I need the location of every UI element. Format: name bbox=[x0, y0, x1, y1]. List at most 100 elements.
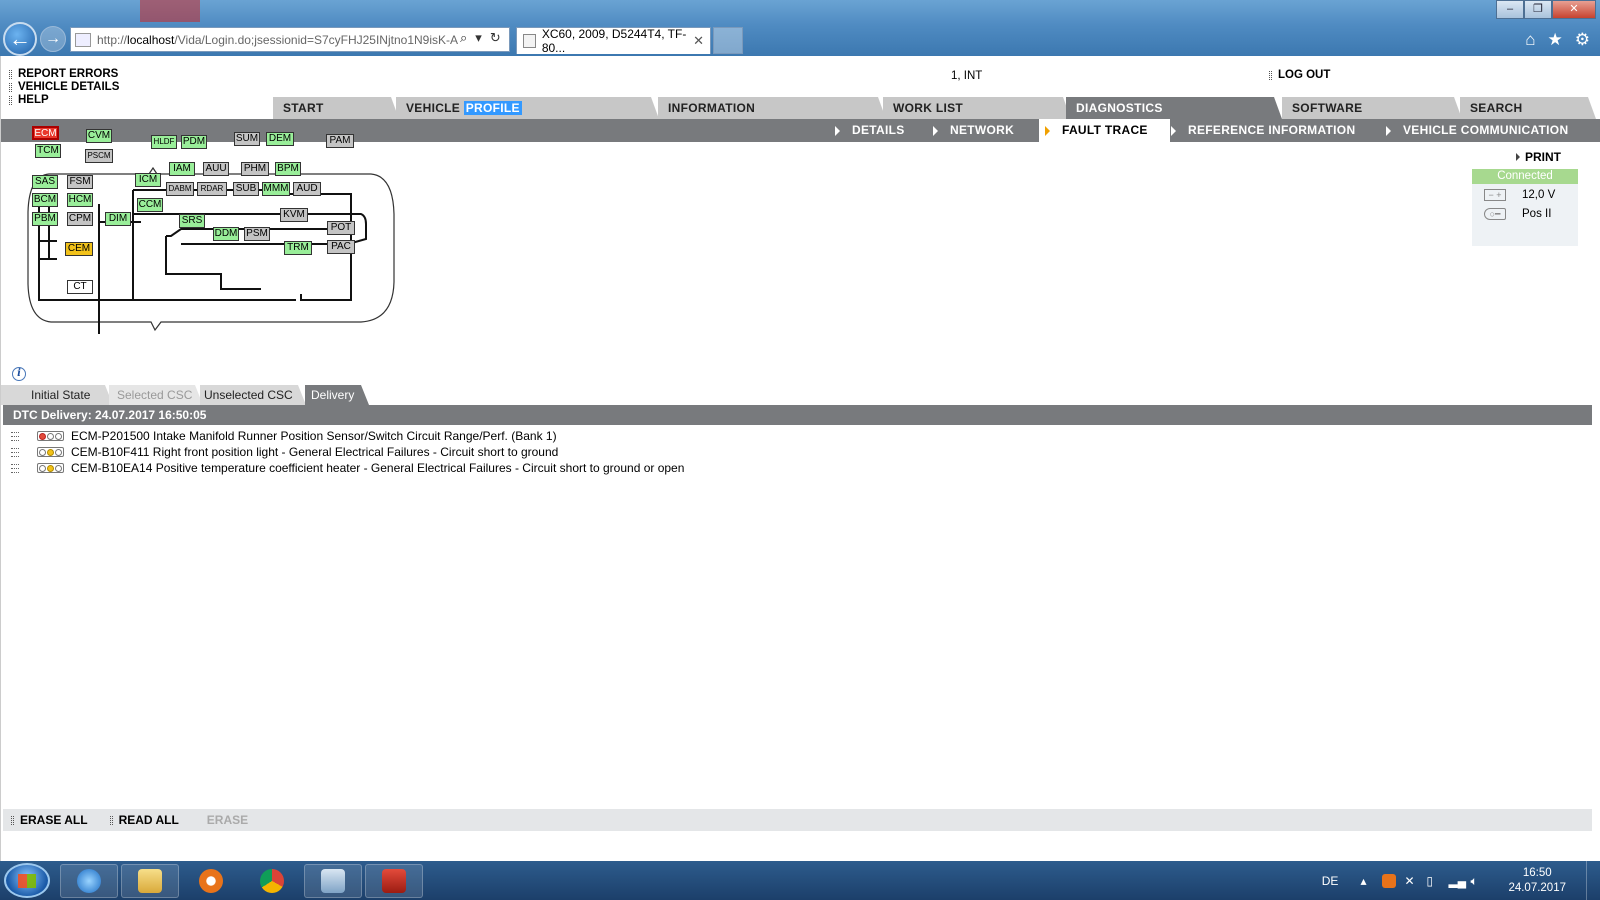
favorites-star-icon[interactable]: ★ bbox=[1548, 30, 1563, 50]
print-label: PRINT bbox=[1525, 150, 1561, 164]
start-button[interactable] bbox=[4, 863, 50, 898]
security-icon[interactable] bbox=[1382, 873, 1397, 888]
ecu-node-pot[interactable]: POT bbox=[327, 221, 355, 235]
network-error-icon[interactable]: ✕ bbox=[1404, 874, 1418, 888]
tab-label: INFORMATION bbox=[668, 101, 756, 115]
read-all-button[interactable]: READ ALL bbox=[109, 813, 179, 827]
tab-delivery[interactable]: Delivery bbox=[305, 385, 369, 405]
ecu-node-pam[interactable]: PAM bbox=[326, 134, 354, 148]
logout-link[interactable]: LOG OUT bbox=[1269, 69, 1330, 81]
search-icon[interactable]: ⌕ bbox=[460, 30, 467, 46]
ecu-node-fsm[interactable]: FSM bbox=[67, 175, 93, 189]
drag-handle-icon[interactable] bbox=[11, 447, 19, 457]
battery-tray-icon[interactable]: ▯ bbox=[1426, 874, 1440, 888]
ecu-node-trm[interactable]: TRM bbox=[284, 241, 312, 255]
clock[interactable]: 16:50 24.07.2017 bbox=[1508, 866, 1566, 896]
subtab-reference-information[interactable]: REFERENCE INFORMATION bbox=[1171, 119, 1355, 142]
ecu-node-cpm[interactable]: CPM bbox=[67, 212, 93, 226]
ecu-node-bcm[interactable]: BCM bbox=[32, 193, 58, 207]
subtab-label: REFERENCE INFORMATION bbox=[1188, 123, 1356, 137]
ecu-node-ccm[interactable]: CCM bbox=[137, 198, 163, 212]
ecu-node-psm[interactable]: PSM bbox=[244, 227, 270, 241]
dtc-row[interactable]: ECM-P201500 Intake Manifold Runner Posit… bbox=[11, 428, 684, 444]
subtab-vehicle-communication[interactable]: VEHICLE COMMUNICATION bbox=[1386, 119, 1568, 142]
ecu-node-sub[interactable]: SUB bbox=[233, 182, 259, 196]
language-indicator[interactable]: DE bbox=[1322, 874, 1339, 888]
ecu-node-dabm[interactable]: DABM bbox=[166, 182, 194, 196]
taskbar-explorer[interactable] bbox=[121, 864, 179, 898]
ecu-node-srs[interactable]: SRS bbox=[179, 214, 205, 228]
dtc-row[interactable]: CEM-B10F411 Right front position light -… bbox=[11, 444, 684, 460]
new-tab-button[interactable] bbox=[713, 27, 743, 54]
show-desktop-button[interactable] bbox=[1586, 861, 1600, 900]
erase-all-button[interactable]: ERASE ALL bbox=[11, 813, 88, 827]
ecu-node-pbm[interactable]: PBM bbox=[32, 212, 58, 226]
print-link[interactable]: PRINT bbox=[1516, 150, 1561, 164]
maximize-button[interactable]: ❐ bbox=[1524, 0, 1552, 19]
ecu-node-sas[interactable]: SAS bbox=[32, 175, 58, 189]
signal-icon[interactable]: ▂▄ bbox=[1448, 874, 1466, 888]
close-window-button[interactable]: ✕ bbox=[1552, 0, 1596, 19]
ecu-node-kvm[interactable]: KVM bbox=[280, 208, 308, 222]
address-bar[interactable]: http://localhost/Vida/Login.do;jsessioni… bbox=[70, 27, 510, 52]
tab-initial-state[interactable]: Initial State bbox=[1, 385, 113, 405]
tab-software[interactable]: SOFTWARE bbox=[1282, 97, 1462, 119]
vehicle-details-link[interactable]: VEHICLE DETAILS bbox=[9, 81, 119, 94]
dtc-row[interactable]: CEM-B10EA14 Positive temperature coeffic… bbox=[11, 460, 684, 476]
browser-tab[interactable]: XC60, 2009, D5244T4, TF-80... ✕ bbox=[516, 27, 711, 55]
ecu-node-pac[interactable]: PAC bbox=[327, 240, 355, 254]
dropdown-icon[interactable]: ▾ bbox=[475, 30, 482, 46]
ecu-node-pdm[interactable]: PDM bbox=[181, 135, 207, 149]
tab-diagnostics[interactable]: DIAGNOSTICS bbox=[1066, 97, 1282, 119]
tab-information[interactable]: INFORMATION bbox=[658, 97, 886, 119]
ecu-node-dem[interactable]: DEM bbox=[266, 132, 294, 146]
ecu-node-hcm[interactable]: HCM bbox=[67, 193, 93, 207]
settings-gear-icon[interactable]: ⚙ bbox=[1575, 30, 1590, 50]
refresh-icon[interactable]: ↻ bbox=[490, 30, 501, 46]
back-button[interactable]: ← bbox=[3, 22, 37, 56]
volume-icon[interactable]: 🔈︎ bbox=[1470, 874, 1484, 888]
tab-vehicle-profile[interactable]: VEHICLE PROFILE bbox=[396, 97, 659, 119]
ecu-node-aud[interactable]: AUD bbox=[293, 182, 321, 196]
taskbar-media[interactable] bbox=[182, 864, 240, 898]
ecu-node-cem[interactable]: CEM bbox=[65, 242, 93, 256]
footer-actions: ERASE ALL READ ALL ERASE bbox=[3, 809, 1592, 831]
ecu-node-iam[interactable]: IAM bbox=[169, 162, 195, 176]
close-tab-icon[interactable]: ✕ bbox=[693, 33, 704, 49]
taskbar-ie[interactable] bbox=[60, 864, 118, 898]
ecu-node-cvm[interactable]: CVM bbox=[86, 129, 112, 143]
ecu-node-ecm[interactable]: ECM bbox=[32, 126, 59, 140]
subtab-network[interactable]: NETWORK bbox=[933, 119, 1014, 142]
taskbar-chrome[interactable] bbox=[243, 864, 301, 898]
ecu-node-tcm[interactable]: TCM bbox=[35, 144, 61, 158]
report-errors-link[interactable]: REPORT ERRORS bbox=[9, 68, 119, 81]
ecu-node-sum[interactable]: SUM bbox=[234, 132, 260, 146]
ecu-node-hldf[interactable]: HLDF bbox=[151, 135, 177, 149]
chevron-up-icon[interactable]: ▴ bbox=[1360, 874, 1374, 888]
ecu-node-phm[interactable]: PHM bbox=[241, 162, 269, 176]
ecu-node-ddm[interactable]: DDM bbox=[213, 227, 239, 241]
tab-search[interactable]: SEARCH bbox=[1460, 97, 1596, 119]
tab-unselected-csc[interactable]: Unselected CSC bbox=[200, 385, 306, 405]
ecu-node-mmm[interactable]: MMM bbox=[262, 182, 290, 196]
info-icon[interactable]: i bbox=[12, 367, 26, 381]
home-icon[interactable]: ⌂ bbox=[1525, 30, 1535, 50]
subtab-details[interactable]: DETAILS bbox=[835, 119, 905, 142]
tab-work-list[interactable]: WORK LIST bbox=[883, 97, 1071, 119]
drag-handle-icon[interactable] bbox=[11, 431, 19, 441]
minimize-button[interactable]: ‒ bbox=[1496, 0, 1524, 19]
ecu-node-rdar[interactable]: RDAR bbox=[197, 182, 227, 196]
ecu-node-bpm[interactable]: BPM bbox=[275, 162, 301, 176]
tab-start[interactable]: START bbox=[273, 97, 399, 119]
ecu-node-auu[interactable]: AUU bbox=[203, 162, 229, 176]
ecu-node-ct[interactable]: CT bbox=[67, 280, 93, 294]
subtab-fault-trace[interactable]: FAULT TRACE bbox=[1039, 119, 1170, 142]
taskbar-network[interactable] bbox=[304, 864, 362, 898]
forward-button[interactable]: → bbox=[40, 26, 66, 52]
drag-handle-icon[interactable] bbox=[11, 463, 19, 473]
ecu-node-pscm[interactable]: PSCM bbox=[85, 149, 113, 163]
ecu-node-icm[interactable]: ICM bbox=[135, 173, 161, 187]
taskbar-vida[interactable] bbox=[365, 864, 423, 898]
ecu-node-dim[interactable]: DIM bbox=[105, 212, 131, 226]
button-label: ERASE bbox=[206, 813, 249, 827]
